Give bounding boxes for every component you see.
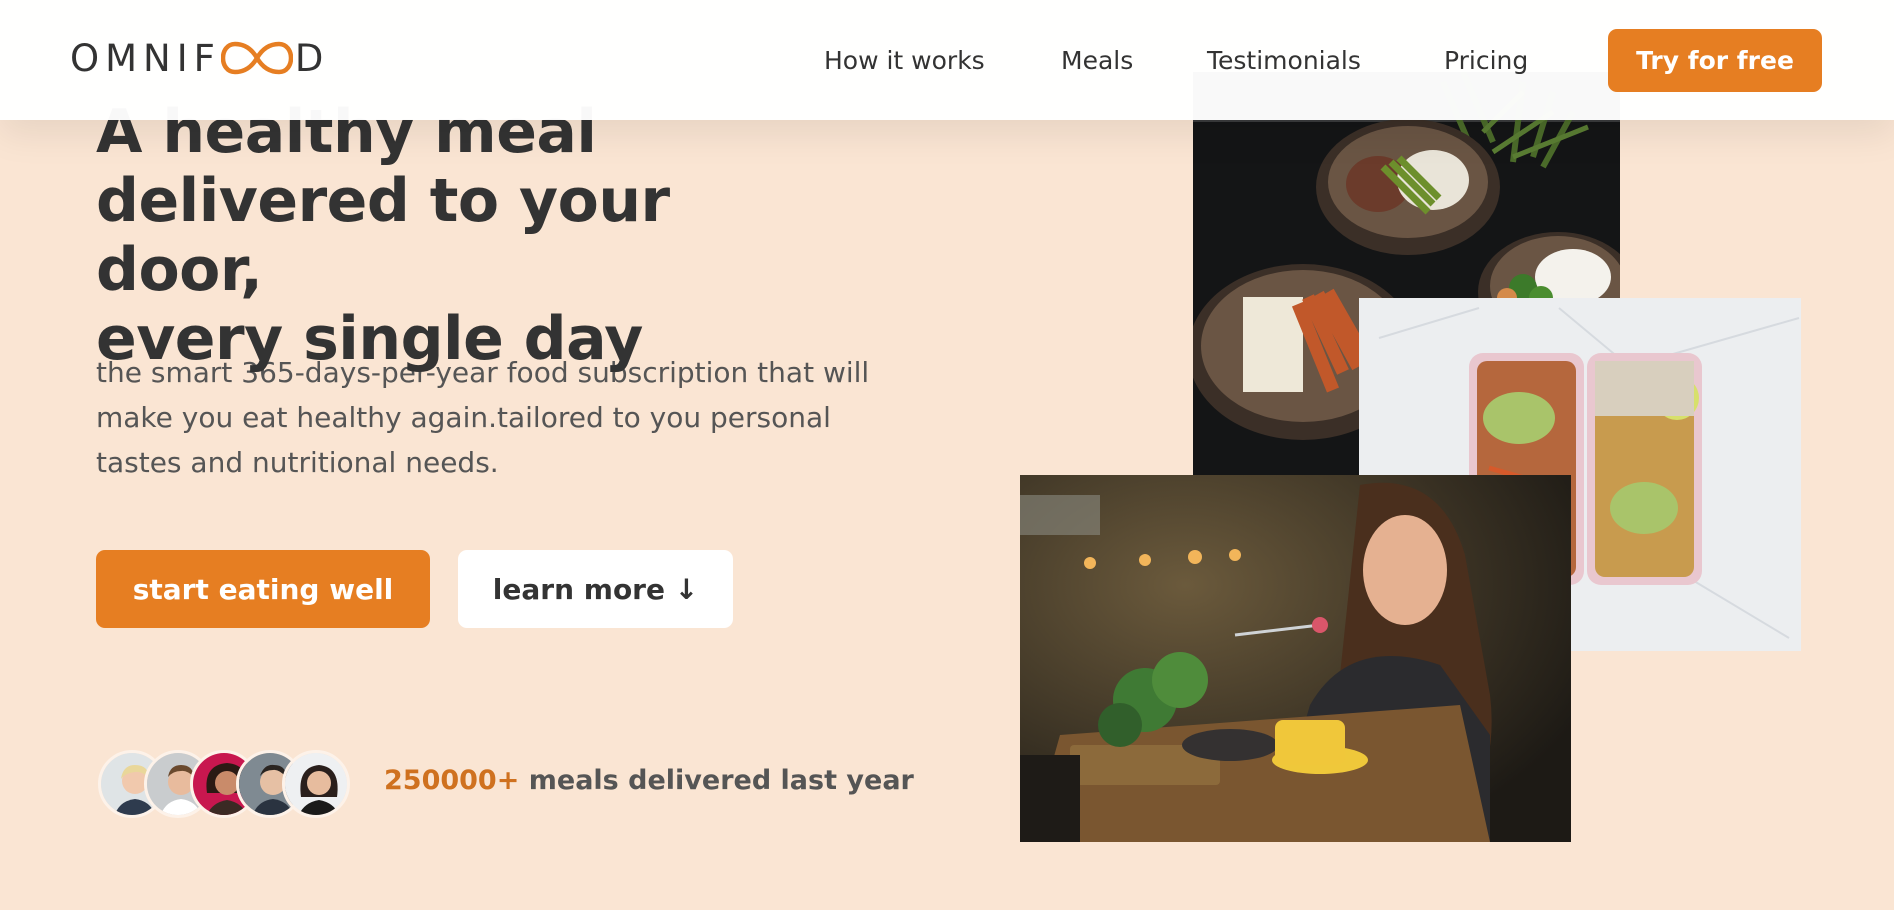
avatar: [282, 750, 350, 818]
logo-text-right: D: [294, 36, 330, 80]
meals-delivered-stat: 250000+ meals delivered last year: [384, 765, 914, 796]
site-header: OMNIF D How it works Meals Testimonials …: [0, 0, 1894, 120]
infinity-icon: [220, 41, 293, 75]
nav-link-pricing[interactable]: Pricing: [1444, 46, 1528, 75]
meals-delivered-label: meals delivered last year: [519, 765, 914, 796]
learn-more-button[interactable]: learn more ↓: [458, 550, 733, 628]
logo-text-left: OMNIF: [70, 36, 221, 80]
woman-eating-photo: [1020, 475, 1571, 842]
start-eating-well-button[interactable]: start eating well: [96, 550, 430, 628]
nav-link-testimonials[interactable]: Testimonials: [1207, 46, 1361, 75]
nav-link-meals[interactable]: Meals: [1061, 46, 1133, 75]
logo[interactable]: OMNIF D: [70, 36, 330, 80]
hero-title-line-3: every single day: [96, 304, 643, 374]
try-for-free-button[interactable]: Try for free: [1608, 29, 1822, 92]
section-divider: [0, 910, 1894, 914]
meals-delivered-count: 250000+: [384, 765, 520, 796]
nav-link-how-it-works[interactable]: How it works: [824, 46, 985, 75]
customer-avatars: [98, 750, 358, 818]
hero-title-line-2: delivered to your door,: [96, 166, 670, 305]
hero-title: A healthy meal delivered to your door, e…: [96, 98, 856, 374]
